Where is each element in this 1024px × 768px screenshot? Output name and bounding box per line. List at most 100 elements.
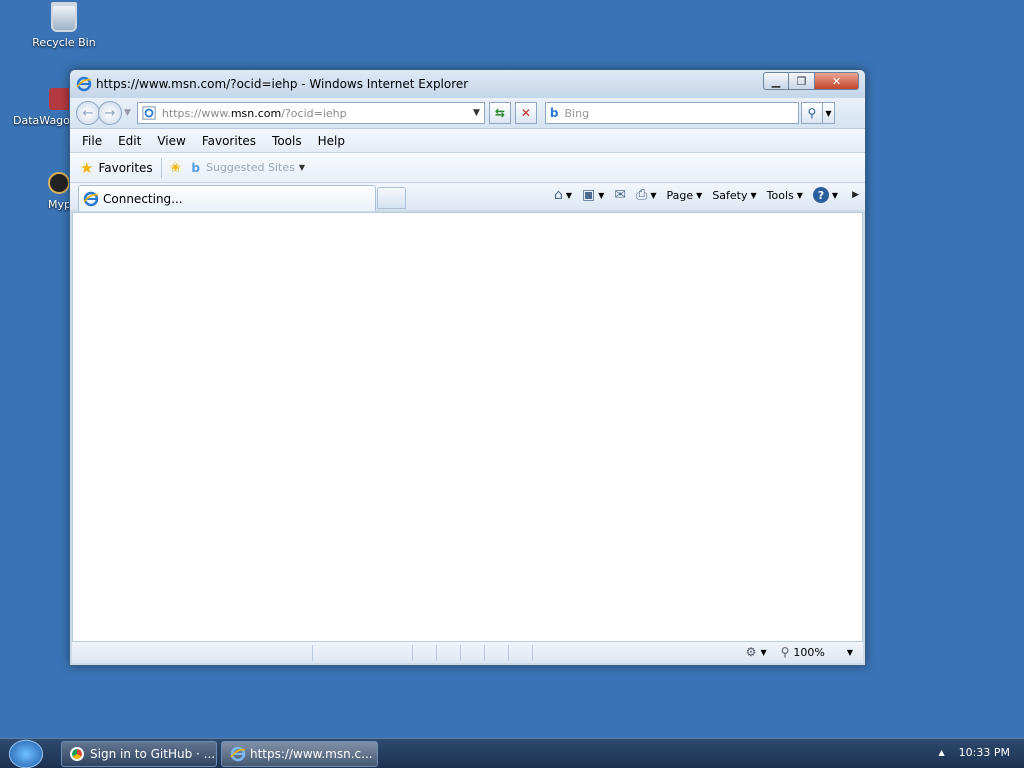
mail-icon: ✉ (614, 187, 627, 203)
recycle-bin-icon (51, 2, 77, 32)
home-button[interactable]: ⌂ ▼ (554, 187, 572, 203)
chevron-down-icon: ▼ (760, 647, 767, 657)
search-box[interactable]: b Bing (544, 102, 799, 124)
start-button[interactable] (8, 739, 44, 768)
url-host: msn.com (230, 106, 282, 120)
ie-taskbar-icon (230, 746, 246, 762)
status-segment (412, 644, 436, 661)
search-options-dropdown[interactable]: ▼ (822, 102, 835, 124)
page-icon (142, 106, 156, 120)
forward-button[interactable]: → (98, 101, 122, 125)
chevron-down-icon: ▼ (831, 190, 839, 200)
search-icon: ⚲ (807, 106, 817, 120)
myp-label: Myp (48, 198, 71, 211)
refresh-button[interactable]: ⇆ (488, 102, 511, 124)
add-to-favorites-bar-icon[interactable]: ✬ (170, 160, 182, 176)
restore-icon: ❐ (796, 74, 807, 88)
ie-window: https://www.msn.com/?ocid=iehp - Windows… (69, 69, 866, 666)
url-scheme: https:// (161, 106, 202, 120)
page-content[interactable] (72, 212, 863, 642)
close-button[interactable]: ✕ (815, 72, 859, 90)
chevron-down-icon: ▼ (846, 647, 853, 657)
close-icon: ✕ (831, 74, 842, 88)
search-button[interactable]: ⚲ (800, 102, 823, 124)
stop-button[interactable]: ✕ (514, 102, 537, 124)
chevron-right-icon[interactable]: ▶ (852, 190, 859, 200)
security-zone-icon: ⚙ (745, 645, 757, 659)
suggested-sites-label: Suggested Sites (206, 161, 295, 174)
recent-pages-dropdown[interactable]: ▼ (124, 108, 131, 118)
tools-menu-label: Tools (766, 188, 794, 202)
help-menu[interactable]: ? ▼ (812, 187, 839, 203)
restore-button[interactable]: ❐ (789, 72, 815, 90)
datawago-icon (49, 88, 71, 110)
taskbar-item-msn[interactable]: https://www.msn.c... (221, 741, 378, 767)
recycle-bin-shortcut[interactable]: Recycle Bin (24, 2, 104, 49)
chevron-down-icon: ▼ (650, 190, 657, 200)
window-controls: ▁ ❐ ✕ (763, 72, 859, 90)
favorites-button[interactable]: ★ Favorites (80, 159, 153, 177)
new-tab-button[interactable] (377, 187, 406, 209)
favorites-bar: ★ Favorites ✬ b Suggested Sites ▼ (70, 152, 865, 182)
status-segment (436, 644, 460, 661)
suggested-sites-button[interactable]: b Suggested Sites ▼ (191, 161, 305, 175)
minimize-button[interactable]: ▁ (763, 72, 789, 90)
safety-menu[interactable]: Safety ▼ (712, 189, 756, 202)
read-mail-button[interactable]: ✉ (614, 187, 626, 203)
back-arrow-icon: ← (82, 105, 94, 121)
chevron-down-icon: ▼ (750, 190, 757, 200)
title-bar[interactable]: https://www.msn.com/?ocid=iehp - Windows… (70, 70, 865, 98)
status-bar: ⚙ ▼ ⚲ 100% ▼ (72, 641, 863, 663)
status-segment (460, 644, 484, 661)
datawago-shortcut[interactable]: DataWago (0, 88, 80, 127)
tools-menu[interactable]: Tools ▼ (767, 189, 803, 202)
menu-tools[interactable]: Tools (272, 134, 302, 148)
clock[interactable]: 10:33 PM (959, 746, 1010, 759)
address-dropdown-icon[interactable]: ▼ (473, 108, 480, 118)
url-path: /?ocid=iehp (281, 106, 347, 120)
taskbar-item-label: Sign in to GitHub · ... (90, 747, 216, 761)
tab-msn[interactable]: Connecting... (78, 185, 376, 211)
chevron-down-icon: ▼ (598, 190, 605, 200)
page-menu[interactable]: Page ▼ (667, 189, 703, 202)
status-segment (508, 644, 532, 661)
zoom-button[interactable]: ⚲ 100% ▼ (781, 645, 853, 659)
menu-favorites[interactable]: Favorites (202, 134, 256, 148)
favorites-star-icon: ★ (80, 158, 94, 177)
stop-icon: ✕ (520, 106, 531, 120)
ie-logo-icon (76, 76, 92, 92)
menu-help[interactable]: Help (318, 134, 345, 148)
suggested-sites-icon: b (191, 160, 200, 175)
taskbar-item-label: https://www.msn.c... (250, 747, 373, 761)
menu-view[interactable]: View (157, 134, 185, 148)
zoom-level: 100% (793, 645, 825, 659)
system-tray: ▲ 10:33 PM (939, 746, 1010, 759)
menu-file[interactable]: File (82, 134, 102, 148)
minimize-icon: ▁ (771, 74, 781, 88)
favorites-separator (160, 157, 162, 178)
feeds-icon: ▣ (582, 187, 596, 203)
tab-command-bar: Connecting... ⌂ ▼ ▣ ▼ ✉ ⎙ ▼ Page ▼ Safety ▼ (70, 182, 865, 211)
navigation-bar: ← → ▼ https:// www. msn.com /?ocid=iehp … (70, 98, 865, 128)
show-hidden-icons-icon[interactable]: ▲ (939, 748, 945, 757)
status-segment (484, 644, 508, 661)
page-menu-label: Page (666, 188, 694, 202)
address-bar[interactable]: https:// www. msn.com /?ocid=iehp ▼ (136, 102, 485, 124)
taskbar-item-github[interactable]: Sign in to GitHub · ... (61, 741, 217, 767)
protected-mode-button[interactable]: ⚙ ▼ (746, 645, 767, 659)
status-segment (532, 644, 556, 661)
print-button[interactable]: ⎙ ▼ (636, 187, 656, 203)
safety-menu-label: Safety (712, 188, 748, 202)
window-title: https://www.msn.com/?ocid=iehp - Windows… (96, 77, 469, 91)
menu-edit[interactable]: Edit (118, 134, 141, 148)
menu-bar: File Edit View Favorites Tools Help (70, 128, 865, 152)
chrome-icon (70, 747, 84, 761)
feeds-button[interactable]: ▣ ▼ (582, 187, 604, 203)
tab-label: Connecting... (103, 191, 183, 206)
forward-arrow-icon: → (104, 105, 116, 121)
ie-tab-icon (83, 191, 99, 206)
recycle-bin-label: Recycle Bin (32, 36, 96, 49)
myp-shortcut[interactable]: Myp (0, 172, 71, 211)
zoom-icon: ⚲ (780, 645, 790, 659)
back-button[interactable]: ← (76, 101, 100, 125)
